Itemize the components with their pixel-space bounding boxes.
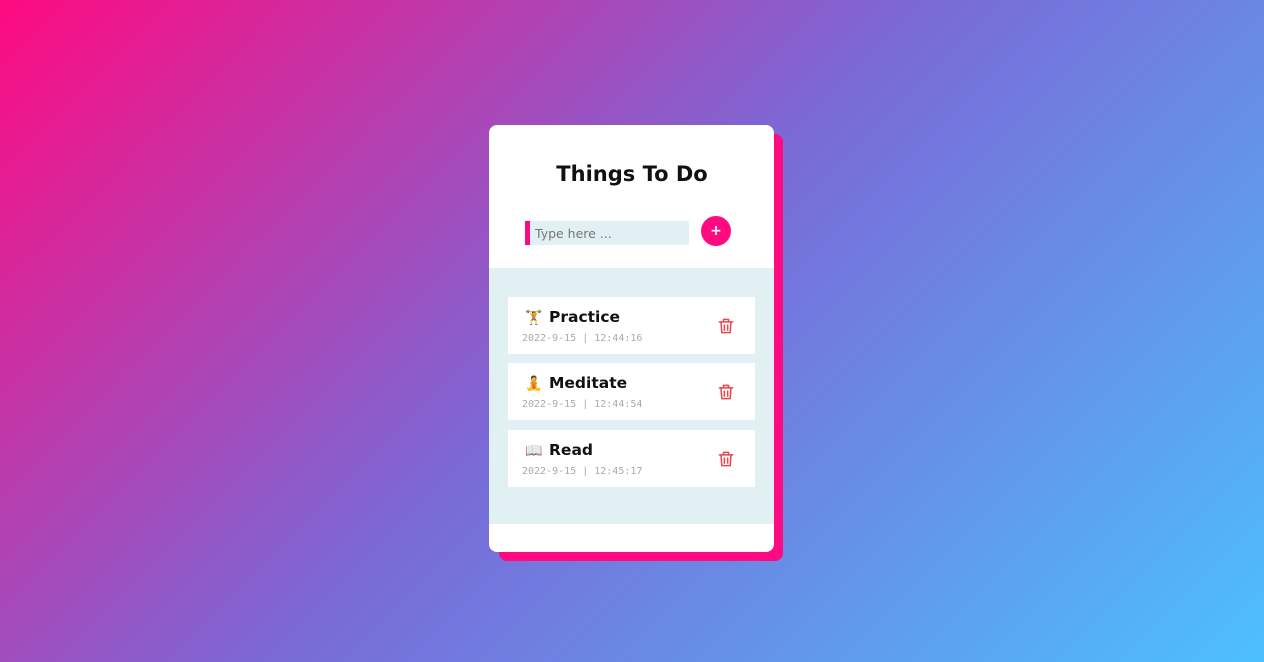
app-title: Things To Do [556, 162, 708, 186]
trash-icon[interactable] [716, 316, 736, 336]
task-item-meditate: 🧘 Meditate 2022-9-15 | 12:44:54 [508, 363, 755, 420]
task-item-practice: 🏋️ Practice 2022-9-15 | 12:44:16 [508, 297, 755, 354]
task-timestamp: 2022-9-15 | 12:44:54 [522, 399, 643, 410]
weightlifting-emoji: 🏋️ [525, 310, 543, 326]
add-task-button[interactable]: + [701, 216, 731, 246]
task-input[interactable] [530, 221, 689, 245]
task-timestamp: 2022-9-15 | 12:44:16 [522, 333, 643, 344]
task-item-read: 📖 Read 2022-9-15 | 12:45:17 [508, 430, 755, 487]
task-label: Meditate [549, 374, 628, 392]
task-input-wrapper[interactable] [525, 221, 689, 245]
task-timestamp: 2022-9-15 | 12:45:17 [522, 466, 643, 477]
task-label: Practice [549, 308, 621, 326]
meditation-emoji: 🧘 [525, 376, 543, 392]
book-emoji: 📖 [525, 443, 543, 459]
trash-icon[interactable] [716, 449, 736, 469]
trash-icon[interactable] [716, 382, 736, 402]
task-label: Read [549, 441, 594, 459]
